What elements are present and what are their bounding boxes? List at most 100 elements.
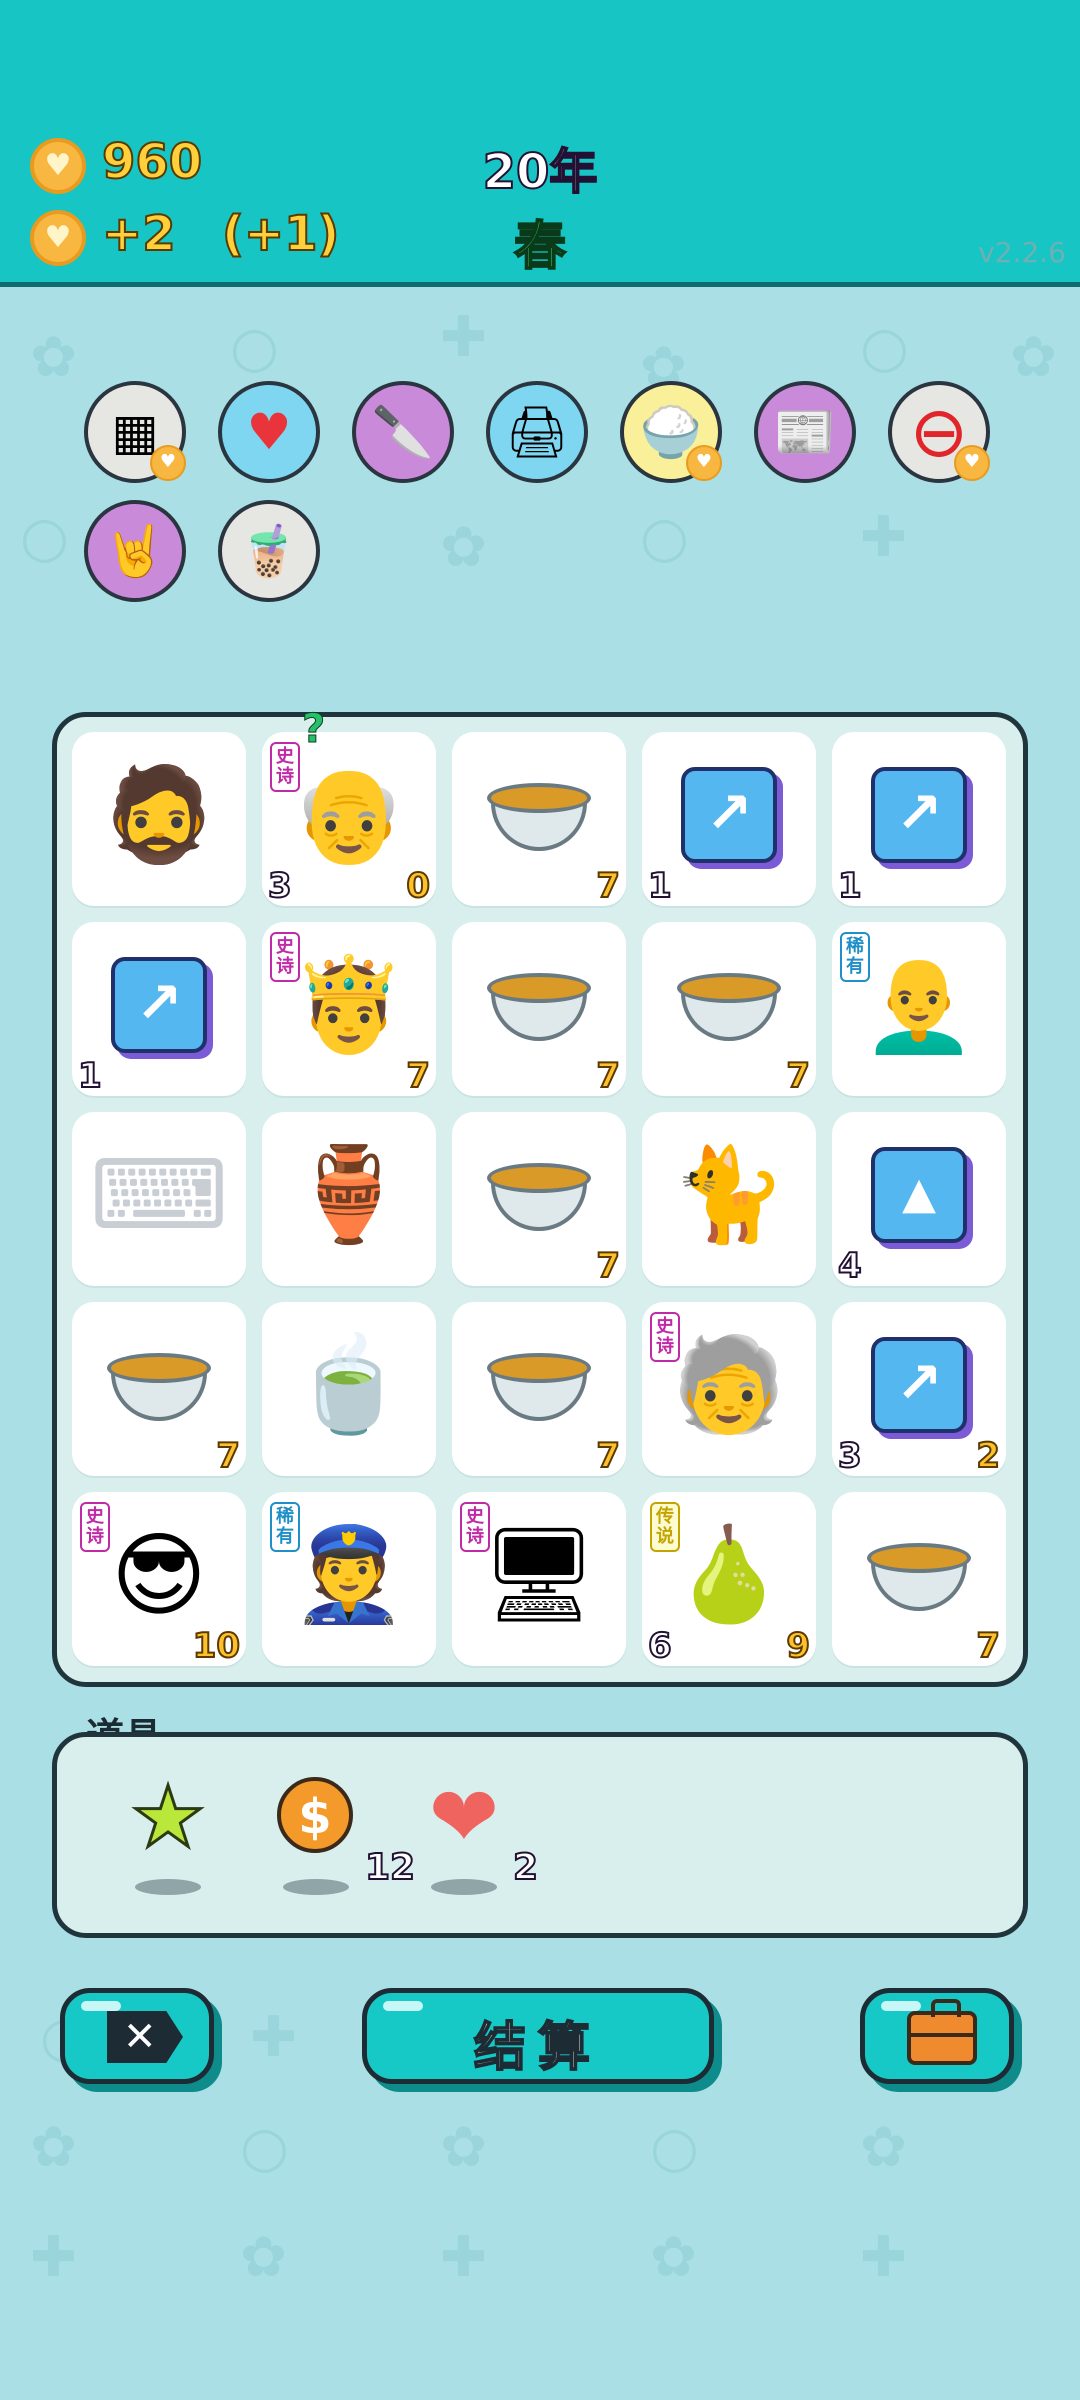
board-cell[interactable]: 🖥 史诗 (452, 1492, 626, 1666)
soup-bowl-icon (832, 1510, 1006, 1640)
board-cell[interactable]: 7 (452, 1112, 626, 1287)
old-chef-icon: 🧔 (101, 761, 217, 868)
heart-badge-icon: ♥ (150, 445, 186, 481)
board-cell[interactable]: 7 (72, 1302, 246, 1477)
minus-circle-icon[interactable]: ⊖ ♥ (888, 381, 990, 483)
board-cell[interactable]: ⌨ (72, 1112, 246, 1286)
cell-counter: 1 (77, 1055, 103, 1097)
liver-icon: ❤ (428, 1768, 500, 1866)
board-cell[interactable]: 🍵 (262, 1302, 436, 1476)
item-slot[interactable]: ★ (113, 1767, 223, 1917)
cell-coin-value: 7 (215, 1435, 241, 1477)
board-cell[interactable]: 👮 稀有 (262, 1492, 436, 1666)
cell-coin-value: 0 (405, 865, 431, 907)
soup-bowl-icon (452, 1320, 626, 1450)
soup-bowl-icon (452, 750, 626, 880)
heart-badge-icon: ♥ (954, 445, 990, 481)
board-cell[interactable]: 🧓 史诗 (642, 1302, 816, 1476)
board-cell[interactable]: 🐈 (642, 1112, 816, 1286)
cell-coin-value: 9 (785, 1625, 811, 1667)
board-cell[interactable]: 🧔 (72, 732, 246, 906)
top-status-bar: 960 +2 (+1) 20年 春 v2.2.6 (0, 0, 1080, 287)
board-cell[interactable]: ↗ 1 (832, 732, 1006, 907)
rarity-tag: 史诗 (270, 932, 300, 982)
board-cell[interactable]: 7 (452, 1302, 626, 1477)
cell-coin-value: 7 (595, 1245, 621, 1287)
item-count: 2 (512, 1846, 539, 1889)
board-cell[interactable]: ↗ 3 2 (832, 1302, 1006, 1477)
board-cell[interactable]: 😎 史诗 10 (72, 1492, 246, 1667)
briefcase-icon (907, 1999, 977, 2065)
cell-counter: 4 (837, 1245, 863, 1287)
stock-chart-icon: ↗ (72, 940, 246, 1070)
bubble-tea-icon[interactable]: 🧋 (218, 500, 320, 602)
board-cell[interactable]: 🤴 史诗 7 (262, 922, 436, 1097)
dollar-coin-icon: $ (277, 1777, 353, 1853)
board-cell[interactable]: 👨‍🦲 稀有 (832, 922, 1006, 1096)
cell-coin-value: 10 (192, 1625, 241, 1667)
coin-count: 960 (101, 133, 203, 191)
time-magazine-icon[interactable]: 📰 (754, 381, 856, 483)
cell-counter: 3 (837, 1435, 863, 1477)
income-heart-icon (30, 210, 86, 266)
inventory-button[interactable] (860, 1988, 1014, 2084)
sugar-cubes-icon[interactable]: ▦ ♥ (84, 381, 186, 483)
cell-coin-value: 7 (595, 1435, 621, 1477)
board-cell[interactable]: ↗ 1 (642, 732, 816, 907)
board-cell[interactable]: 7 (832, 1492, 1006, 1667)
version-label: v2.2.6 (978, 236, 1066, 269)
rock-hand-icon[interactable]: 🤘 (84, 500, 186, 602)
board-cell[interactable]: 🏺 (262, 1112, 436, 1286)
cell-coin-value: 7 (785, 1055, 811, 1097)
question-mark-icon: ? (301, 706, 326, 753)
coin-jar-icon: 🏺 (291, 1141, 407, 1248)
soup-bowl-icon (642, 940, 816, 1070)
exit-button[interactable]: ✕ (60, 1988, 214, 2084)
item-shadow (283, 1879, 349, 1895)
printer-warning-icon[interactable]: 🖨 (486, 381, 588, 483)
cell-counter: 1 (647, 865, 673, 907)
cell-counter: 1 (837, 865, 863, 907)
item-shadow (135, 1879, 201, 1895)
button-shine (881, 2001, 921, 2011)
rarity-tag: 传说 (650, 1502, 680, 1552)
income-bonus: (+1) (221, 205, 340, 263)
heart-drip-icon[interactable]: ♥ (218, 381, 320, 483)
soup-bowl-icon (452, 1130, 626, 1260)
cell-counter: 3 (267, 865, 293, 907)
rarity-tag: 史诗 (650, 1312, 680, 1362)
year-label: 20年 (482, 143, 599, 201)
cell-coin-value: 2 (975, 1435, 1001, 1477)
board-cell[interactable]: 👴 史诗? 3 0 (262, 706, 436, 907)
item-slot[interactable]: $12 (261, 1767, 416, 1917)
star-icon: ★ (129, 1767, 207, 1868)
rice-bowl-icon[interactable]: 🍚 ♥ (620, 381, 722, 483)
tea-bag-icon: 🍵 (291, 1331, 407, 1438)
board-cell[interactable]: ↗ 1 (72, 922, 246, 1097)
board-cell[interactable]: 🍐 传说 6 9 (642, 1492, 816, 1667)
item-slot[interactable]: ❤ 2 (409, 1767, 539, 1917)
income-value: +2 (101, 205, 177, 263)
settle-button[interactable]: 结算 (362, 1988, 714, 2084)
cat-icon: 🐈 (671, 1141, 787, 1248)
season-label: 春 (513, 216, 567, 278)
board-cell[interactable]: 7 (642, 922, 816, 1097)
button-shine (81, 2001, 121, 2011)
slot-board: 🧔 👴 史诗? 3 0 7 ↗ 1 ↗ 1 ↗ 1 🤴 史诗 7 7 7 👨‍🦲 稀有 ⌨ 🏺 7 🐈 ▲ 4 7 🍵 7 🧓 史诗 ↗ 3 2… (52, 706, 1028, 1687)
item-shadow (431, 1879, 497, 1895)
cell-coin-value: 7 (595, 865, 621, 907)
cell-coin-value: 7 (595, 1055, 621, 1097)
item-count: 12 (364, 1846, 416, 1889)
items-panel: ★ $12 ❤ 2 (52, 1732, 1028, 1938)
board-cell[interactable]: ▲ 4 (832, 1112, 1006, 1287)
board-cell[interactable]: 7 (452, 732, 626, 907)
stock-chart-icon: ↗ (832, 1320, 1006, 1450)
settle-label: 结算 (473, 2017, 602, 2079)
coin-heart-icon (30, 138, 86, 194)
cell-coin-value: 7 (405, 1055, 431, 1097)
cleaver-icon[interactable]: 🔪 (352, 381, 454, 483)
rarity-tag: 史诗 (460, 1502, 490, 1552)
board-cell[interactable]: 7 (452, 922, 626, 1097)
soup-bowl-icon (452, 940, 626, 1070)
rarity-tag: 稀有 (270, 1502, 300, 1552)
